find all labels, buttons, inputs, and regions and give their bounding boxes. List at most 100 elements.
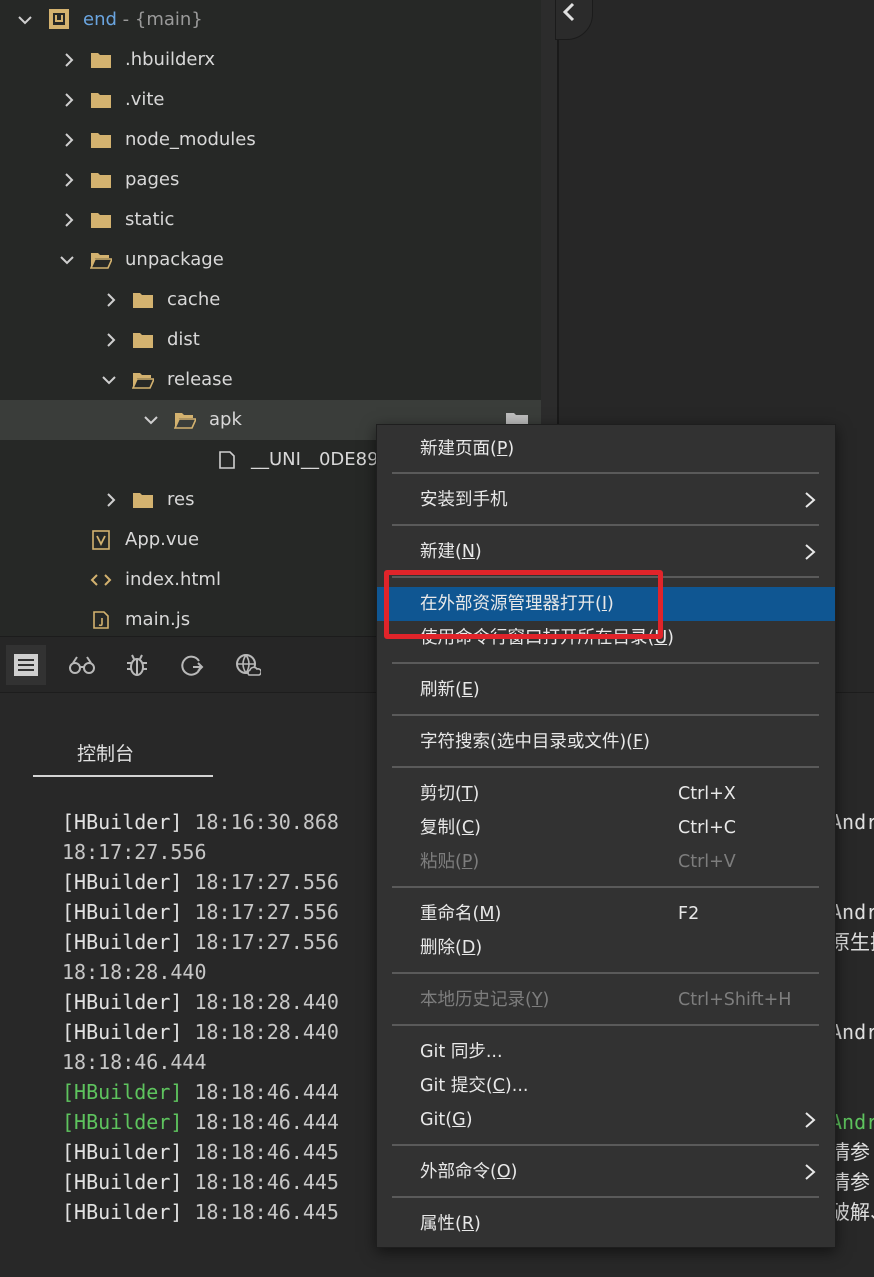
folder-icon (91, 53, 111, 68)
menu-separator (392, 972, 819, 974)
tree-item-label: main.js (125, 609, 191, 630)
tab-project-manager[interactable] (6, 645, 46, 685)
menu-item-cut[interactable]: 剪切(T) Ctrl+X (377, 777, 835, 811)
log-message-fragment (830, 1047, 874, 1077)
console-line: [HBuilder] 18:18:46.444 (62, 1077, 339, 1107)
tree-item-label: pages (125, 169, 180, 190)
log-timestamp: 18:18:46.444 (194, 1080, 339, 1104)
menu-item-git-sync[interactable]: Git 同步... (377, 1035, 835, 1069)
log-timestamp: 18:16:30.868 (194, 810, 339, 834)
console-line: [HBuilder] 18:17:27.556 (62, 897, 339, 927)
chevron-left-icon (562, 2, 575, 22)
tree-item-label: res (167, 489, 195, 510)
tab-git[interactable] (172, 645, 212, 685)
tree-item-pages[interactable]: pages (0, 160, 541, 200)
tree-item-dist[interactable]: dist (0, 320, 541, 360)
tree-item-static[interactable]: static (0, 200, 541, 240)
annotation-highlight-box (384, 570, 663, 639)
log-tag: [HBuilder] (62, 1140, 183, 1164)
menu-item-text-search[interactable]: 字符搜索(选中目录或文件)(F) (377, 725, 835, 759)
menu-item-properties[interactable]: 属性(R) (377, 1207, 835, 1241)
tree-item-label: .vite (125, 89, 165, 110)
menu-item-rename[interactable]: 重命名(M) F2 (377, 897, 835, 931)
context-menu: 新建页面(P) 安装到手机 新建(N) 在外部资源管理器打开(I) 使用命令行窗… (376, 424, 836, 1248)
git-refresh-icon (181, 655, 204, 676)
tree-item-vite[interactable]: .vite (0, 80, 541, 120)
menu-separator (392, 524, 819, 526)
tree-item-hbuilderx[interactable]: .hbuilderx (0, 40, 541, 80)
tree-item-unpackage[interactable]: unpackage (0, 240, 541, 280)
tree-root-end[interactable]: end - {main} (0, 0, 541, 40)
log-message-fragment (830, 987, 874, 1017)
log-timestamp: 18:18:46.444 (62, 1050, 207, 1074)
tree-item-label: .hbuilderx (125, 49, 216, 70)
console-log: [HBuilder] 18:16:30.868 18:17:27.556 [HBui… (62, 807, 339, 1227)
menu-item-install-to-phone[interactable]: 安装到手机 (377, 483, 835, 517)
tab-search[interactable] (62, 645, 102, 685)
chevron-right-icon[interactable] (60, 131, 78, 149)
tree-item-cache[interactable]: cache (0, 280, 541, 320)
chevron-down-icon[interactable] (58, 251, 76, 269)
chevron-right-icon[interactable] (60, 91, 78, 109)
log-message-fragment (830, 837, 874, 867)
menu-item-copy[interactable]: 复制(C) Ctrl+C (377, 811, 835, 845)
log-timestamp: 18:18:46.445 (194, 1140, 339, 1164)
menu-item-git-commit[interactable]: Git 提交(C)... (377, 1069, 835, 1103)
chevron-right-icon[interactable] (60, 51, 78, 69)
log-message-fragment: Andr (830, 1020, 874, 1044)
chevron-right-icon[interactable] (102, 291, 120, 309)
folder-open-icon (132, 373, 154, 389)
menu-item-paste[interactable]: 粘贴(P) Ctrl+V (377, 845, 835, 879)
chevron-right-icon[interactable] (60, 211, 78, 229)
chevron-down-icon[interactable] (142, 411, 160, 429)
document-icon (14, 654, 38, 676)
tree-item-release[interactable]: release (0, 360, 541, 400)
tree-item-node-modules[interactable]: node_modules (0, 120, 541, 160)
console-line: 18:18:28.440 (62, 957, 339, 987)
log-tag: [HBuilder] (62, 930, 183, 954)
chevron-down-icon[interactable] (100, 371, 118, 389)
chevron-down-icon[interactable] (16, 11, 34, 29)
folder-icon (133, 293, 153, 308)
log-tag: [HBuilder] (62, 1200, 183, 1224)
chevron-right-icon[interactable] (102, 331, 120, 349)
folder-icon (133, 333, 153, 348)
log-tag: [HBuilder] (62, 900, 183, 924)
tree-item-label: release (167, 369, 233, 390)
log-message-fragment: 情参 (830, 1140, 870, 1164)
tree-item-label: dist (167, 329, 200, 350)
menu-item-refresh[interactable]: 刷新(E) (377, 673, 835, 707)
tree-item-label: App.vue (125, 529, 200, 550)
log-timestamp: 18:17:27.556 (194, 870, 339, 894)
log-tag: [HBuilder] (62, 1020, 183, 1044)
log-timestamp: 18:17:27.556 (194, 930, 339, 954)
folder-icon (91, 173, 111, 188)
chevron-right-icon[interactable] (102, 491, 120, 509)
log-timestamp: 18:18:28.440 (62, 960, 207, 984)
tab-console[interactable]: 控制台 (33, 733, 213, 777)
tab-debug[interactable] (117, 645, 157, 685)
bug-icon (127, 654, 147, 676)
log-timestamp: 18:18:46.444 (194, 1110, 339, 1134)
tree-root-label: end - {main} (83, 9, 203, 30)
console-line: [HBuilder] 18:17:27.556 (62, 867, 339, 897)
log-timestamp: 18:18:28.440 (194, 990, 339, 1014)
menu-item-local-history[interactable]: 本地历史记录(Y) Ctrl+Shift+H (377, 983, 835, 1017)
menu-item-new[interactable]: 新建(N) (377, 535, 835, 569)
menu-item-new-page[interactable]: 新建页面(P) (377, 432, 835, 466)
chevron-right-icon[interactable] (60, 171, 78, 189)
submenu-arrow-icon (805, 1112, 816, 1128)
tree-item-label: __UNI__0DE89E (251, 449, 390, 470)
folder-icon (91, 213, 111, 228)
menu-separator (392, 766, 819, 768)
tab-cloud[interactable] (228, 645, 268, 685)
menu-separator (392, 1024, 819, 1026)
hbuilderx-window: end - {main} .hbuilderx .vite node_modul… (0, 0, 874, 1277)
tree-item-label: static (125, 209, 175, 230)
console-line: [HBuilder] 18:18:46.445 (62, 1167, 339, 1197)
log-message-fragment: Andr (830, 900, 874, 924)
menu-item-delete[interactable]: 删除(D) (377, 931, 835, 965)
menu-item-external-commands[interactable]: 外部命令(O) (377, 1155, 835, 1189)
folder-open-icon (174, 413, 196, 429)
menu-item-git[interactable]: Git(G) (377, 1103, 835, 1137)
